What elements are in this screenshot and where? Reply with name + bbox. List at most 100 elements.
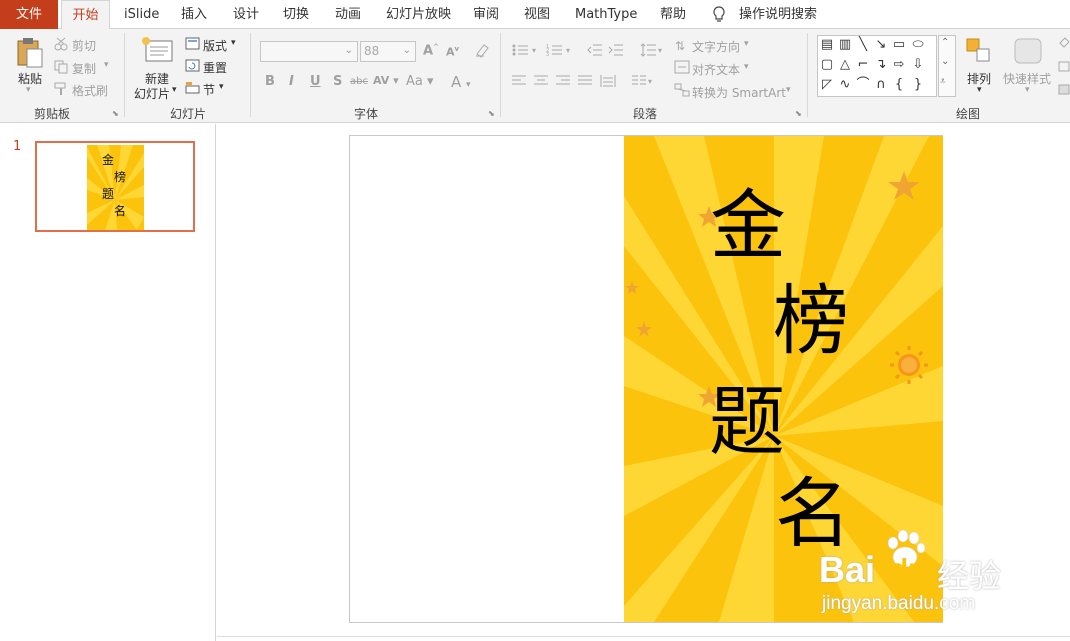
align-text-button[interactable]: 对齐文本 (692, 61, 740, 78)
columns-icon[interactable]: ▾ (632, 75, 656, 90)
tab-animations[interactable]: 动画 (335, 0, 361, 29)
tab-design[interactable]: 设计 (233, 0, 259, 29)
copy-dropdown-arrow[interactable]: ▾ (104, 60, 109, 70)
shape-effects-icon[interactable] (1058, 83, 1070, 100)
line-spacing-icon[interactable]: ▾ (640, 43, 664, 60)
increase-indent-icon[interactable] (608, 43, 624, 60)
font-name-combo[interactable]: ⌄ (260, 41, 358, 62)
chevron-down-icon[interactable]: ⌄ (941, 56, 949, 67)
strikethrough-button[interactable]: abc (350, 76, 368, 87)
new-slide-dropdown-arrow[interactable]: ▾ (172, 85, 177, 95)
convert-smartart-button[interactable]: 转换为 SmartArt (692, 84, 786, 101)
section-icon (185, 81, 200, 97)
slide-thumbnail[interactable]: 金 榜 题 名 (35, 141, 195, 232)
tab-file[interactable]: 文件 (0, 0, 58, 29)
drawing-group-label: 绘图 (956, 107, 981, 121)
right-brace-shape-icon[interactable]: } (910, 78, 926, 92)
font-size-value: 88 (364, 44, 380, 58)
font-launcher-icon[interactable]: ⬊ (488, 109, 495, 118)
arc-shape-icon[interactable]: ⌒ (855, 78, 871, 92)
align-text-dropdown-arrow[interactable]: ▾ (744, 62, 749, 72)
copy-button[interactable]: 复制 (72, 60, 96, 77)
paste-dropdown-arrow[interactable]: ▾ (26, 85, 31, 95)
shape-fill-icon[interactable] (1058, 37, 1070, 54)
paragraph-launcher-icon[interactable]: ⬊ (795, 109, 802, 118)
arrow-line-shape-icon[interactable]: ↘ (873, 38, 889, 52)
change-case-button[interactable]: Aa ▾ (406, 74, 434, 89)
decrease-indent-icon[interactable] (587, 43, 603, 60)
layout-dropdown-arrow[interactable]: ▾ (231, 38, 236, 48)
align-left-icon[interactable] (512, 75, 526, 90)
align-right-icon[interactable] (556, 75, 570, 90)
format-painter-button[interactable]: 格式刷 (72, 82, 108, 99)
rectangle-shape-icon[interactable]: ▭ (891, 38, 907, 52)
tab-islide[interactable]: iSlide (124, 0, 159, 29)
new-slide-label-2[interactable]: 幻灯片 (134, 85, 170, 102)
arrange-dropdown-arrow[interactable]: ▾ (977, 85, 982, 95)
triangle-shape-icon[interactable]: △ (837, 58, 853, 72)
align-center-icon[interactable] (534, 75, 548, 90)
tell-me-search[interactable]: 操作说明搜索 (739, 0, 817, 29)
tab-review[interactable]: 审阅 (473, 0, 499, 29)
line-shape-icon[interactable]: ╲ (855, 38, 871, 52)
shrink-font-button[interactable]: Av (446, 45, 459, 59)
tab-view[interactable]: 视图 (524, 0, 550, 29)
character-spacing-button[interactable]: AV ▾ (373, 74, 399, 87)
shapes-gallery-scroll: ⌃ ⌄ ⩡ (938, 35, 956, 97)
justify-icon[interactable] (578, 75, 592, 90)
bullets-icon[interactable]: ▾ (512, 43, 540, 60)
text-shadow-button[interactable]: S (333, 74, 342, 89)
slide-thumbnail-pane: 1 金 榜 题 名 (0, 124, 216, 641)
chevron-up-icon[interactable]: ⌃ (941, 37, 949, 48)
curve-shape-icon[interactable]: ∩ (873, 78, 889, 92)
textbox-shape-icon[interactable]: ▤ (819, 38, 835, 52)
elbow-arrow-shape-icon[interactable]: ↴ (873, 58, 889, 72)
italic-button[interactable]: I (289, 74, 294, 89)
reset-button[interactable]: 重置 (203, 59, 227, 76)
tab-transitions[interactable]: 切换 (283, 0, 309, 29)
shapes-gallery: ▤ ▥ ╲ ↘ ▭ ⬭ ▢ △ ⌐ ↴ ⇨ ⇩ ◸ ∿ ⌒ ∩ { } (817, 35, 937, 97)
thumbnail-char-1: 金 (102, 153, 115, 167)
section-dropdown-arrow[interactable]: ▾ (219, 82, 224, 92)
text-direction-dropdown-arrow[interactable]: ▾ (744, 39, 749, 49)
oval-shape-icon[interactable]: ⬭ (910, 38, 926, 52)
ribbon-tab-bar: 文件 开始 iSlide 插入 设计 切换 动画 幻灯片放映 审阅 视图 Mat… (0, 0, 1070, 30)
shape-outline-icon[interactable] (1058, 60, 1070, 77)
clear-formatting-icon[interactable] (474, 42, 490, 61)
tab-insert[interactable]: 插入 (181, 0, 207, 29)
reset-icon (185, 59, 200, 75)
bold-button[interactable]: B (265, 74, 275, 89)
tab-mathtype[interactable]: MathType (575, 0, 637, 29)
down-arrow-shape-icon[interactable]: ⇩ (910, 58, 926, 72)
numbering-icon[interactable]: 1 2 3 ▾ (546, 43, 574, 60)
clipboard-launcher-icon[interactable]: ⬊ (112, 109, 119, 118)
font-color-button[interactable]: A ▾ (451, 73, 471, 91)
copy-icon (54, 60, 68, 77)
smartart-dropdown-arrow[interactable]: ▾ (786, 85, 791, 95)
section-button[interactable]: 节 (203, 81, 215, 98)
vertical-textbox-shape-icon[interactable]: ▥ (837, 38, 853, 52)
elbow-connector-shape-icon[interactable]: ⌐ (855, 58, 871, 72)
underline-button[interactable]: U (310, 74, 321, 89)
right-arrow-shape-icon[interactable]: ⇨ (891, 58, 907, 72)
poster-char-3: 题 (709, 377, 785, 466)
tab-slideshow[interactable]: 幻灯片放映 (386, 0, 451, 29)
group-separator (500, 33, 501, 117)
layout-button[interactable]: 版式 (203, 37, 227, 54)
freeform-shape-icon[interactable]: ◸ (819, 78, 835, 92)
text-direction-button[interactable]: 文字方向 (692, 38, 740, 55)
poster-char-2: 榜 (773, 276, 849, 365)
tab-help[interactable]: 帮助 (660, 0, 686, 29)
svg-text:▾: ▾ (658, 46, 662, 55)
grow-font-button[interactable]: A^ (423, 43, 439, 58)
rounded-rectangle-shape-icon[interactable]: ▢ (819, 58, 835, 72)
quick-styles-dropdown-arrow[interactable]: ▾ (1025, 85, 1030, 95)
svg-text:▾: ▾ (648, 77, 652, 86)
font-size-combo[interactable]: 88 ⌄ (360, 41, 416, 62)
cut-button[interactable]: 剪切 (72, 37, 96, 54)
distributed-icon[interactable] (600, 74, 616, 91)
scribble-shape-icon[interactable]: ∿ (837, 78, 853, 92)
left-brace-shape-icon[interactable]: { (891, 78, 907, 92)
more-shapes-icon[interactable]: ⩡ (940, 76, 946, 87)
tab-home[interactable]: 开始 (61, 0, 110, 30)
